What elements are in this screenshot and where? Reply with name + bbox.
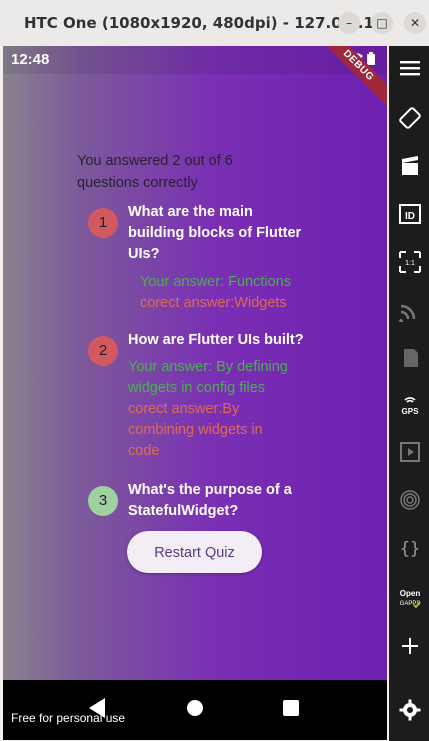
- question-text: How are Flutter UIs built?: [128, 332, 304, 348]
- window-titlebar: HTC One (1080x1920, 480dpi) - 127.0.0.1.…: [0, 0, 429, 46]
- quiz-results-screen: 12:48 DEBUG You answered 2 out of 6 ques…: [3, 46, 387, 680]
- maximize-button[interactable]: □: [371, 12, 393, 34]
- sd-card-icon[interactable]: [397, 346, 423, 372]
- user-answer: Your answer: By defining widgets in conf…: [128, 359, 288, 396]
- opengapps-icon[interactable]: Open GAPPS: [397, 586, 423, 612]
- cast-icon[interactable]: [397, 298, 423, 324]
- settings-icon[interactable]: [397, 698, 423, 724]
- svg-text:1:1: 1:1: [405, 260, 415, 267]
- emulator-toolbar: ID 1:1 GPS {} Open GAPPS: [389, 46, 429, 741]
- status-bar: 12:48: [3, 46, 387, 74]
- recents-icon[interactable]: [283, 700, 299, 716]
- question-number-badge: 1: [88, 208, 118, 238]
- battery-icon: [367, 52, 375, 65]
- pixel-perfect-icon[interactable]: 1:1: [397, 250, 423, 276]
- question-text: What are the main building blocks of Flu…: [128, 204, 302, 262]
- correct-answer: corect answer:By combining widgets in co…: [128, 401, 263, 459]
- question-text: What's the purpose of a StatefulWidget?: [128, 482, 292, 519]
- restart-quiz-button[interactable]: Restart Quiz: [127, 531, 262, 573]
- question-number-badge: 3: [88, 486, 118, 516]
- svg-text:Open: Open: [400, 589, 421, 598]
- code-icon[interactable]: {}: [397, 536, 423, 562]
- screen-record-icon[interactable]: [397, 154, 423, 180]
- watermark-text: Free for personal use: [11, 711, 126, 725]
- id-icon[interactable]: ID: [397, 202, 423, 228]
- user-answer: Your answer: Functions: [140, 274, 291, 290]
- fingerprint-icon[interactable]: [397, 488, 423, 514]
- rotate-icon[interactable]: [397, 106, 423, 132]
- add-icon[interactable]: [397, 634, 423, 660]
- results-summary: You answered 2 out of 6 questions correc…: [77, 153, 233, 191]
- status-time: 12:48: [11, 51, 50, 68]
- gps-icon[interactable]: GPS: [397, 392, 423, 418]
- device-screen: 12:48 DEBUG You answered 2 out of 6 ques…: [3, 46, 387, 740]
- media-icon[interactable]: [397, 440, 423, 466]
- android-nav-bar: [3, 680, 387, 740]
- home-icon[interactable]: [187, 700, 203, 716]
- correct-answer: corect answer:Widgets: [140, 295, 287, 311]
- svg-text:ID: ID: [405, 211, 415, 222]
- window-title: HTC One (1080x1920, 480dpi) - 127.0.0.1.…: [24, 14, 392, 32]
- svg-text:{}: {}: [400, 539, 420, 559]
- minimize-button[interactable]: –: [338, 12, 360, 34]
- question-number-badge: 2: [88, 336, 118, 366]
- svg-text:GPS: GPS: [402, 407, 420, 416]
- menu-icon[interactable]: [397, 56, 423, 82]
- close-button[interactable]: ✕: [404, 12, 426, 34]
